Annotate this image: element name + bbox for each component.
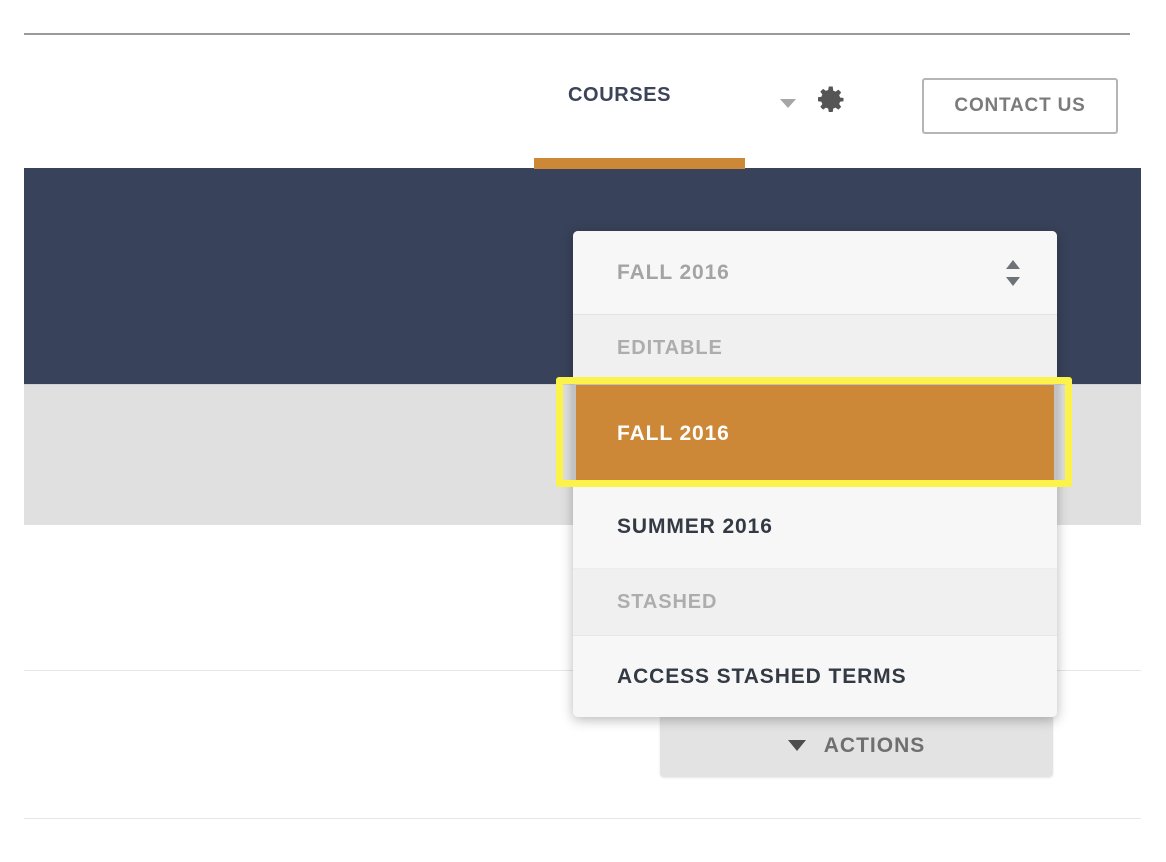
chevron-down-icon[interactable] <box>780 99 796 108</box>
actions-button[interactable]: ACTIONS <box>660 714 1053 777</box>
term-selector-panel: FALL 2016 EDITABLE FALL 2016 SUMMER 2016… <box>573 231 1057 717</box>
content-divider-2 <box>24 818 1141 819</box>
sort-updown-icon <box>1006 260 1020 286</box>
header-nav: COURSES CONTACT US <box>540 72 1140 140</box>
actions-button-label: ACTIONS <box>823 733 926 757</box>
term-option-summer-2016-label: SUMMER 2016 <box>617 515 773 538</box>
contact-us-button[interactable]: CONTACT US <box>922 78 1118 134</box>
term-option-summer-2016[interactable]: SUMMER 2016 <box>573 486 1057 569</box>
group-header-stashed-label: STASHED <box>617 590 718 613</box>
group-header-editable-label: EDITABLE <box>617 336 723 359</box>
nav-item-courses[interactable]: COURSES <box>568 84 671 107</box>
group-header-stashed: STASHED <box>573 569 1057 636</box>
term-option-access-stashed-terms[interactable]: ACCESS STASHED TERMS <box>573 636 1057 717</box>
active-tab-indicator <box>534 158 745 169</box>
term-option-access-stashed-terms-label: ACCESS STASHED TERMS <box>617 665 907 688</box>
term-select-header[interactable]: FALL 2016 <box>573 231 1057 315</box>
page-top-divider <box>24 33 1130 35</box>
group-header-editable: EDITABLE <box>573 315 1057 382</box>
gear-icon[interactable] <box>812 82 848 118</box>
term-option-fall-2016[interactable]: FALL 2016 <box>573 382 1057 486</box>
caret-down-icon <box>787 740 806 751</box>
term-select-value: FALL 2016 <box>617 260 730 284</box>
term-option-fall-2016-label: FALL 2016 <box>617 422 730 445</box>
